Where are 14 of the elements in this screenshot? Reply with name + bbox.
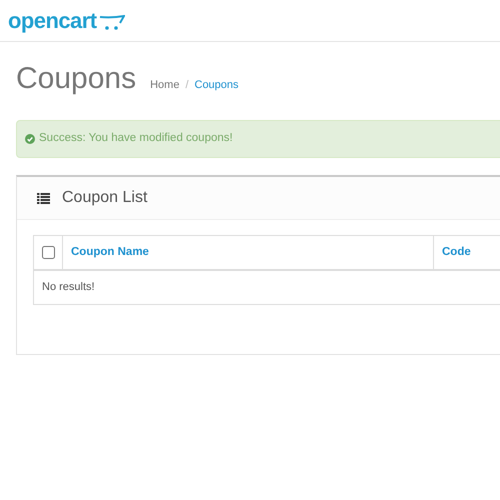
page-title: Coupons bbox=[16, 61, 136, 97]
check-circle-icon bbox=[25, 134, 35, 144]
empty-message: No results! bbox=[42, 280, 95, 296]
breadcrumb-separator: / bbox=[185, 78, 188, 93]
logo[interactable]: opencart bbox=[8, 10, 97, 32]
select-all-checkbox[interactable] bbox=[42, 246, 54, 259]
list-icon bbox=[37, 192, 50, 204]
alert-text: Success: You have modified coupons! bbox=[39, 131, 233, 146]
panel-title: Coupon List bbox=[62, 188, 148, 208]
column-header-link[interactable]: Code bbox=[442, 244, 471, 262]
breadcrumb-link[interactable]: Home bbox=[150, 77, 180, 94]
column-header-link[interactable]: Coupon Name bbox=[71, 244, 149, 262]
breadcrumb-link[interactable]: Coupons bbox=[194, 77, 239, 94]
cart-icon bbox=[98, 14, 125, 30]
